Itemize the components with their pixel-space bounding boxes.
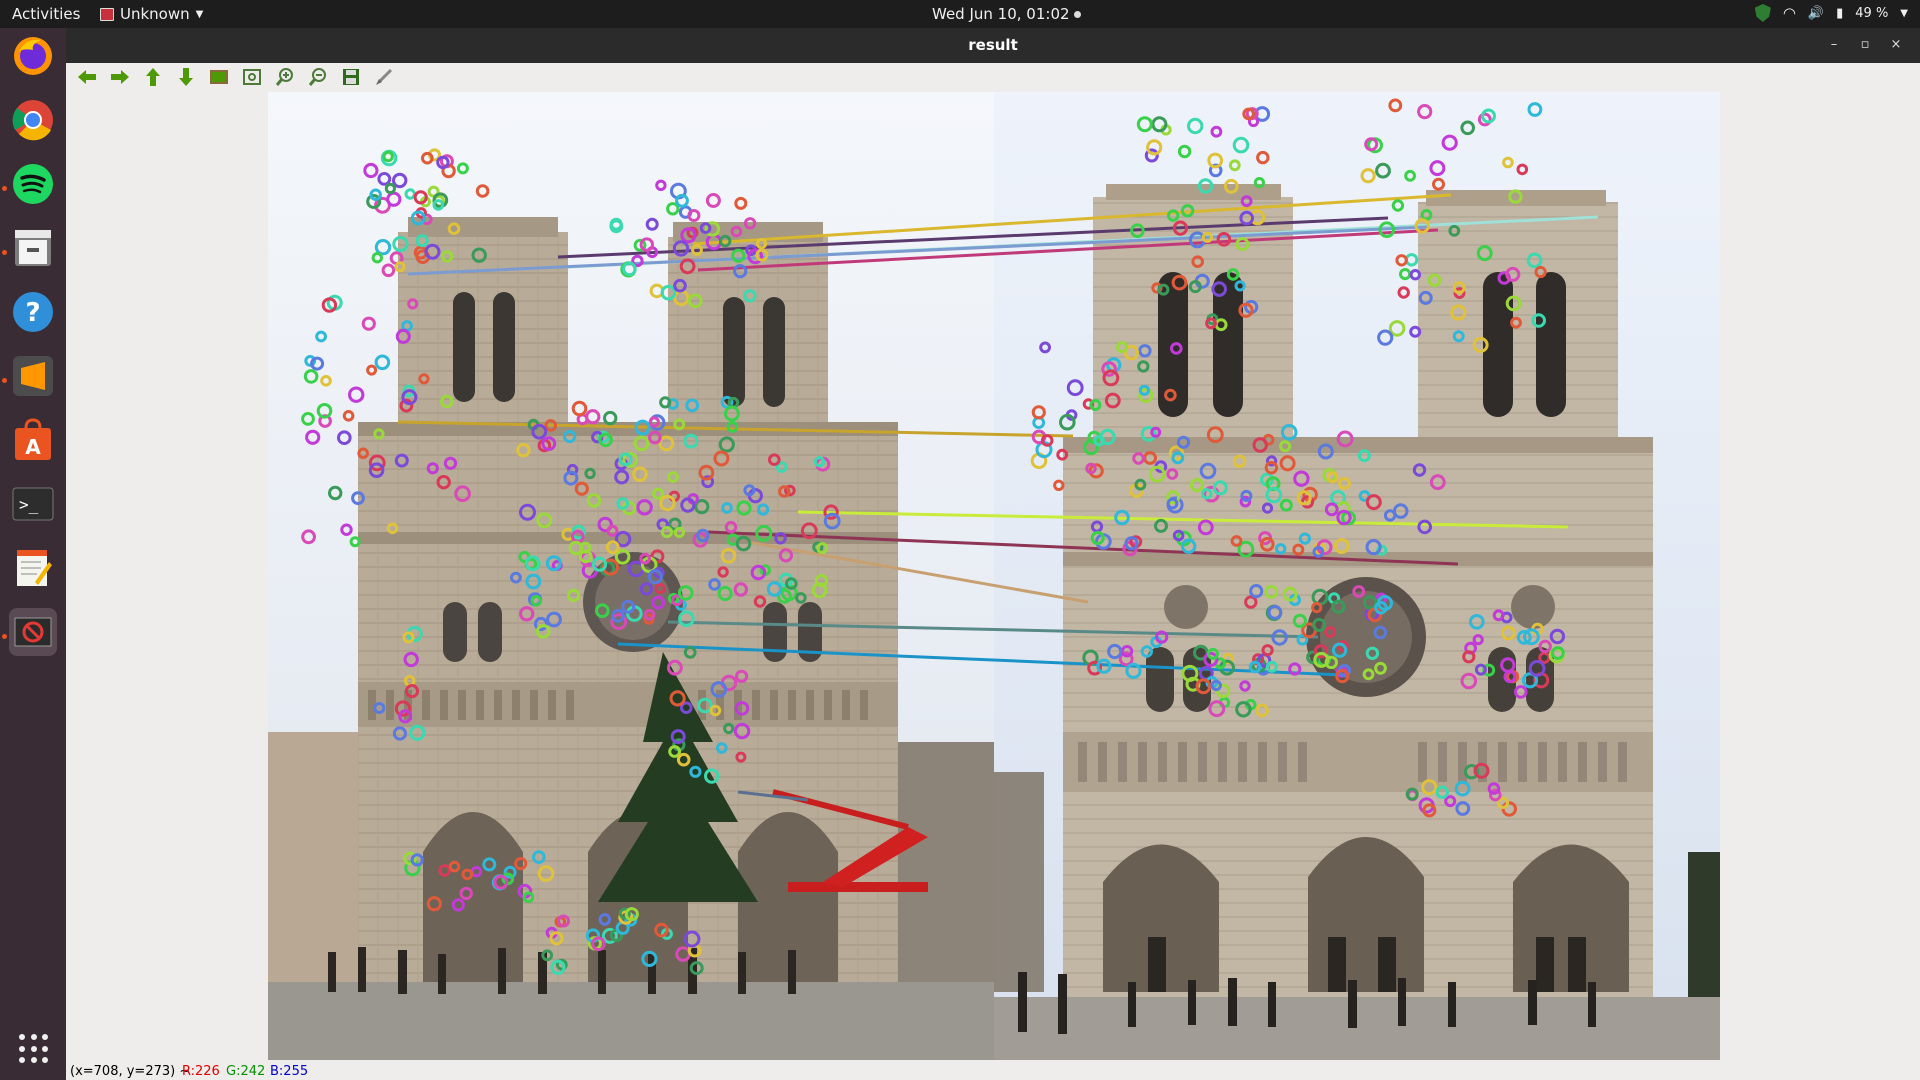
result-window-icon[interactable] <box>9 608 57 656</box>
cursor-coordinates: (x=708, y=273) ~ <box>70 1064 191 1079</box>
running-indicator <box>2 634 7 639</box>
zoom-fit-icon <box>243 69 261 85</box>
app-menu-label: Unknown <box>120 5 190 23</box>
app-menu[interactable]: Unknown ▼ <box>100 5 203 23</box>
maximize-button[interactable]: ▫ <box>1855 35 1875 55</box>
status-bar: (x=708, y=273) ~ R:226 G:242 B:255 <box>66 1063 1920 1080</box>
top-bar: Activities Unknown ▼ Wed Jun 10, 01:02 ◠… <box>0 0 1920 28</box>
shield-icon <box>1754 4 1771 22</box>
sublime-text-icon[interactable] <box>9 352 57 400</box>
image-icon <box>210 70 228 84</box>
right-photo <box>994 92 1720 1060</box>
dock: ? A >_ <box>0 28 66 1080</box>
green-value: G:242 <box>226 1064 266 1079</box>
software-center-icon[interactable]: A <box>9 416 57 464</box>
files-icon[interactable] <box>9 224 57 272</box>
volume-icon: 🔊 <box>1807 5 1825 21</box>
svg-text:>_: >_ <box>19 495 39 514</box>
zoom-in-icon <box>276 68 293 86</box>
running-indicator <box>2 250 7 255</box>
app-menu-icon <box>100 7 114 21</box>
keypoint-matches-image <box>268 92 1720 1060</box>
zoom-out-icon <box>309 68 326 86</box>
save-button[interactable] <box>340 67 362 87</box>
window-titlebar[interactable]: result – ▫ × <box>66 28 1920 63</box>
zoom-in-button[interactable] <box>274 67 296 87</box>
chrome-icon[interactable] <box>9 96 57 144</box>
arrow-right-icon <box>111 70 129 84</box>
brush-icon <box>376 68 393 85</box>
battery-icon: ▮ <box>1836 5 1844 21</box>
running-indicator <box>2 378 7 383</box>
zoom-out-button[interactable] <box>307 67 329 87</box>
show-applications-icon[interactable] <box>19 1034 49 1064</box>
pan-left-button[interactable] <box>76 67 98 87</box>
activities-button[interactable]: Activities <box>12 5 80 23</box>
arrow-left-icon <box>78 70 96 84</box>
svg-text:A: A <box>25 435 41 459</box>
notification-dot-icon <box>1073 11 1081 18</box>
wifi-icon: ◠ <box>1782 4 1796 22</box>
spotify-icon[interactable] <box>9 160 57 208</box>
pan-down-button[interactable] <box>175 67 197 87</box>
pan-up-button[interactable] <box>142 67 164 87</box>
help-icon[interactable]: ? <box>9 288 57 336</box>
toolbar <box>66 63 1920 91</box>
zoom-original-button[interactable] <box>208 67 230 87</box>
properties-button[interactable] <box>373 67 395 87</box>
save-icon <box>343 69 359 85</box>
system-tray[interactable]: ◠ 🔊 ▮ 49 % ▼ <box>1754 4 1908 22</box>
chevron-down-icon: ▼ <box>195 8 204 20</box>
arrow-up-icon <box>146 68 160 86</box>
battery-percent: 49 % <box>1855 5 1889 21</box>
firefox-icon[interactable] <box>9 32 57 80</box>
svg-text:?: ? <box>25 298 40 328</box>
arrow-down-icon <box>179 68 193 86</box>
blue-value: B:255 <box>270 1064 309 1079</box>
result-image[interactable] <box>268 92 1720 1060</box>
clock[interactable]: Wed Jun 10, 01:02 <box>932 5 1081 23</box>
clock-text: Wed Jun 10, 01:02 <box>932 5 1070 23</box>
running-indicator <box>2 186 7 191</box>
close-button[interactable]: × <box>1886 35 1906 55</box>
terminal-icon[interactable]: >_ <box>9 480 57 528</box>
text-editor-icon[interactable] <box>9 544 57 592</box>
window-title: result <box>968 36 1018 54</box>
chevron-down-icon: ▼ <box>1900 7 1908 19</box>
pan-right-button[interactable] <box>109 67 131 87</box>
red-value: R:226 <box>182 1064 220 1079</box>
minimize-button[interactable]: – <box>1824 35 1844 55</box>
zoom-fit-button[interactable] <box>241 67 263 87</box>
